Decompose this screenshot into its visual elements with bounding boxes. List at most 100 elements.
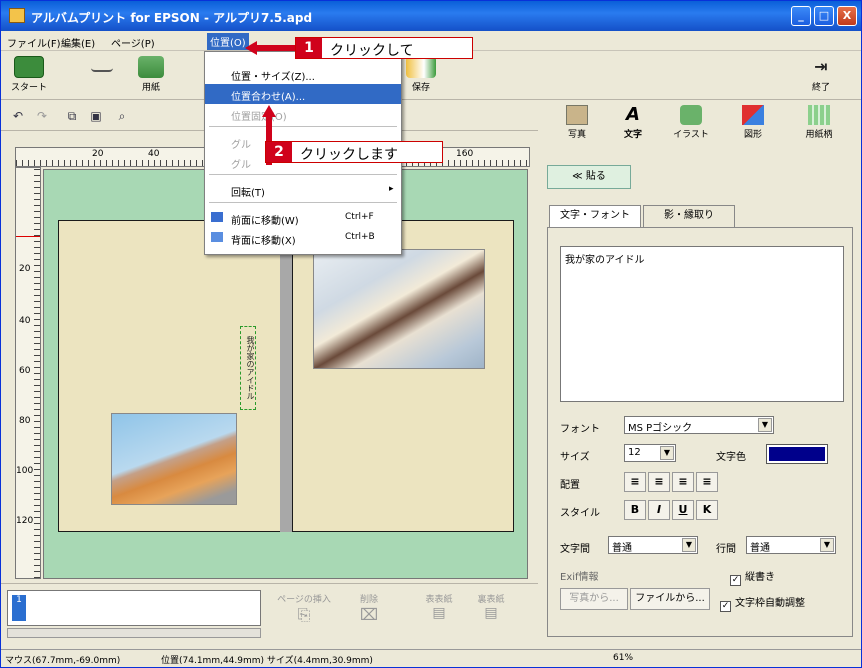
main-toolbar: スタート 用紙 保存 ⇥ 終了 [1, 52, 861, 100]
left-page-icon[interactable] [89, 56, 115, 80]
save-label: 保存 [411, 83, 430, 93]
menu-item-lock[interactable]: 位置固定(O) [205, 104, 401, 124]
bold-button[interactable]: B [624, 500, 646, 520]
vertical-ruler: 20 40 60 80 100 120 [15, 167, 41, 579]
save-button[interactable]: 保存 [401, 56, 441, 93]
paste-icon[interactable]: ▣ [87, 107, 105, 125]
size-select[interactable]: 12 ▼ [624, 444, 676, 462]
start-button[interactable]: スタート [9, 56, 49, 93]
insert-page-button[interactable]: ページの挿入 ⎘ [269, 592, 339, 625]
tab-shapes[interactable]: 図形 [725, 105, 781, 140]
char-spacing-select[interactable]: 普通 ▼ [608, 536, 698, 554]
kitten-photo[interactable] [111, 413, 237, 505]
vertical-text-frame[interactable]: 我が家のアイドル [240, 326, 256, 410]
ruler-v-tick: 20 [19, 264, 31, 274]
font-label: フォント [560, 424, 600, 435]
line-spacing-select[interactable]: 普通 ▼ [746, 536, 836, 554]
delete-page-button[interactable]: 削除 ⌧ [349, 592, 389, 624]
back-cover-button[interactable]: 裏表紙 ▤ [471, 592, 511, 621]
color-swatch[interactable] [766, 444, 828, 464]
char-spacing-label: 文字間 [560, 544, 590, 555]
autofit-checkbox[interactable]: ✓ 文字枠自動調整 [720, 594, 805, 612]
ruler-v-tick: 100 [16, 466, 34, 476]
ruler-h-tick: 20 [92, 149, 104, 159]
tab-text-font[interactable]: 文字・フォント [549, 205, 641, 227]
front-cover-button[interactable]: 表表紙 ▤ [419, 592, 459, 621]
callout-2: 2 クリックします [265, 141, 443, 163]
window-title: アルバムプリント for EPSON - アルプリ7.5.apd [31, 11, 313, 25]
text-font-panel: 我が家のアイドル フォント MS Pゴシック ▼ サイズ 12 ▼ 文字色 配置 ≡… [547, 227, 853, 637]
align-left-button[interactable]: ≡ [624, 472, 646, 492]
chevron-down-icon: ▼ [660, 446, 674, 460]
cat-photo[interactable] [313, 249, 485, 369]
exit-button[interactable]: ⇥ 終了 [801, 56, 841, 93]
page-thumb[interactable]: 1 [12, 595, 26, 621]
menu-item-send-back[interactable]: 背面に移動(X) Ctrl+B [205, 228, 401, 248]
font-select[interactable]: MS Pゴシック ▼ [624, 416, 774, 434]
menu-page[interactable]: ページ(P) [111, 35, 155, 50]
menu-edit[interactable]: 編集(E) [61, 35, 95, 50]
chevron-down-icon: ▼ [758, 418, 772, 432]
align-right-button[interactable]: ≡ [672, 472, 694, 492]
app-window: アルバムプリント for EPSON - アルプリ7.5.apd _ □ X フ… [0, 0, 862, 668]
from-file-button[interactable]: ファイルから... [630, 588, 710, 610]
line-spacing-label: 行間 [716, 544, 736, 555]
redo-icon[interactable]: ↷ [33, 107, 51, 125]
tab-shadow-border[interactable]: 影・縁取り [643, 205, 735, 227]
exit-label: 終了 [811, 83, 830, 93]
menu-item-bring-front[interactable]: 前面に移動(W) Ctrl+F [205, 208, 401, 228]
ruler-v-tick: 60 [19, 366, 31, 376]
from-photo-button[interactable]: 写真から... [560, 588, 628, 610]
size-label: サイズ [560, 452, 590, 463]
style-label: スタイル [560, 508, 600, 519]
paste-button[interactable]: ≪ 貼る [547, 165, 631, 189]
tab-photo[interactable]: 写真 [549, 105, 605, 140]
callout-arrow-1 [245, 41, 295, 55]
page-thumbnails[interactable]: 1 [7, 590, 261, 626]
menu-item-align[interactable]: 位置合わせ(A)... [205, 84, 401, 104]
maximize-button[interactable]: □ [814, 6, 834, 26]
tab-paper-pattern[interactable]: 用紙柄 [791, 105, 847, 140]
tab-text[interactable]: A 文字 [605, 105, 661, 141]
shapes-icon [742, 105, 764, 125]
minimize-button[interactable]: _ [791, 6, 811, 26]
align-center-button[interactable]: ≡ [648, 472, 670, 492]
panel-tabs: 文字・フォント 影・縁取り [549, 205, 849, 227]
zoom-icon[interactable]: ⌕ [113, 107, 131, 125]
color-label: 文字色 [716, 452, 746, 463]
paper-button[interactable]: 用紙 [129, 56, 173, 93]
page-thumbnail-bar: 1 ページの挿入 ⎘ 削除 ⌧ 表表紙 ▤ 裏表紙 ▤ [1, 583, 538, 641]
title-bar: アルバムプリント for EPSON - アルプリ7.5.apd _ □ X [1, 1, 861, 31]
menu-file[interactable]: ファイル(F) [7, 35, 61, 50]
vertical-writing-checkbox[interactable]: ✓ 縦書き [730, 568, 775, 586]
ruler-v-tick: 80 [19, 416, 31, 426]
thumb-scrollbar[interactable] [7, 628, 261, 638]
underline-button[interactable]: U [672, 500, 694, 520]
ruler-h-tick: 40 [148, 149, 160, 159]
text-content-field[interactable]: 我が家のアイドル [560, 246, 844, 402]
italic-button[interactable]: I [648, 500, 670, 520]
right-page[interactable] [292, 220, 514, 532]
undo-icon[interactable]: ↶ [9, 107, 27, 125]
start-icon [14, 56, 44, 78]
send-back-icon [211, 232, 223, 242]
bring-front-icon [211, 212, 223, 222]
close-button[interactable]: X [837, 6, 857, 26]
menu-item-rotate[interactable]: 回転(T) ▸ [205, 180, 401, 200]
strike-button[interactable]: K [696, 500, 718, 520]
menu-item-position-size[interactable]: 位置・サイズ(Z)... [205, 64, 401, 84]
status-position: 位置(74.1mm,44.9mm) サイズ(4.4mm,30.9mm) [161, 656, 373, 666]
align-label: 配置 [560, 480, 580, 491]
status-bar: マウス(67.7mm,-69.0mm) 位置(74.1mm,44.9mm) サイ… [1, 649, 861, 667]
menu-position[interactable]: 位置(O) [207, 33, 249, 50]
ruler-h-tick: 160 [456, 149, 474, 159]
chevron-down-icon: ▼ [682, 538, 696, 552]
callout-1: 1 クリックして [295, 37, 473, 59]
tab-illustration[interactable]: イラスト [663, 105, 719, 140]
copy-icon[interactable]: ⧉ [63, 107, 81, 125]
app-icon [9, 8, 25, 23]
start-label: スタート [10, 83, 47, 93]
chevron-down-icon: ▼ [820, 538, 834, 552]
align-justify-button[interactable]: ≡ [696, 472, 718, 492]
photo-icon [566, 105, 588, 125]
